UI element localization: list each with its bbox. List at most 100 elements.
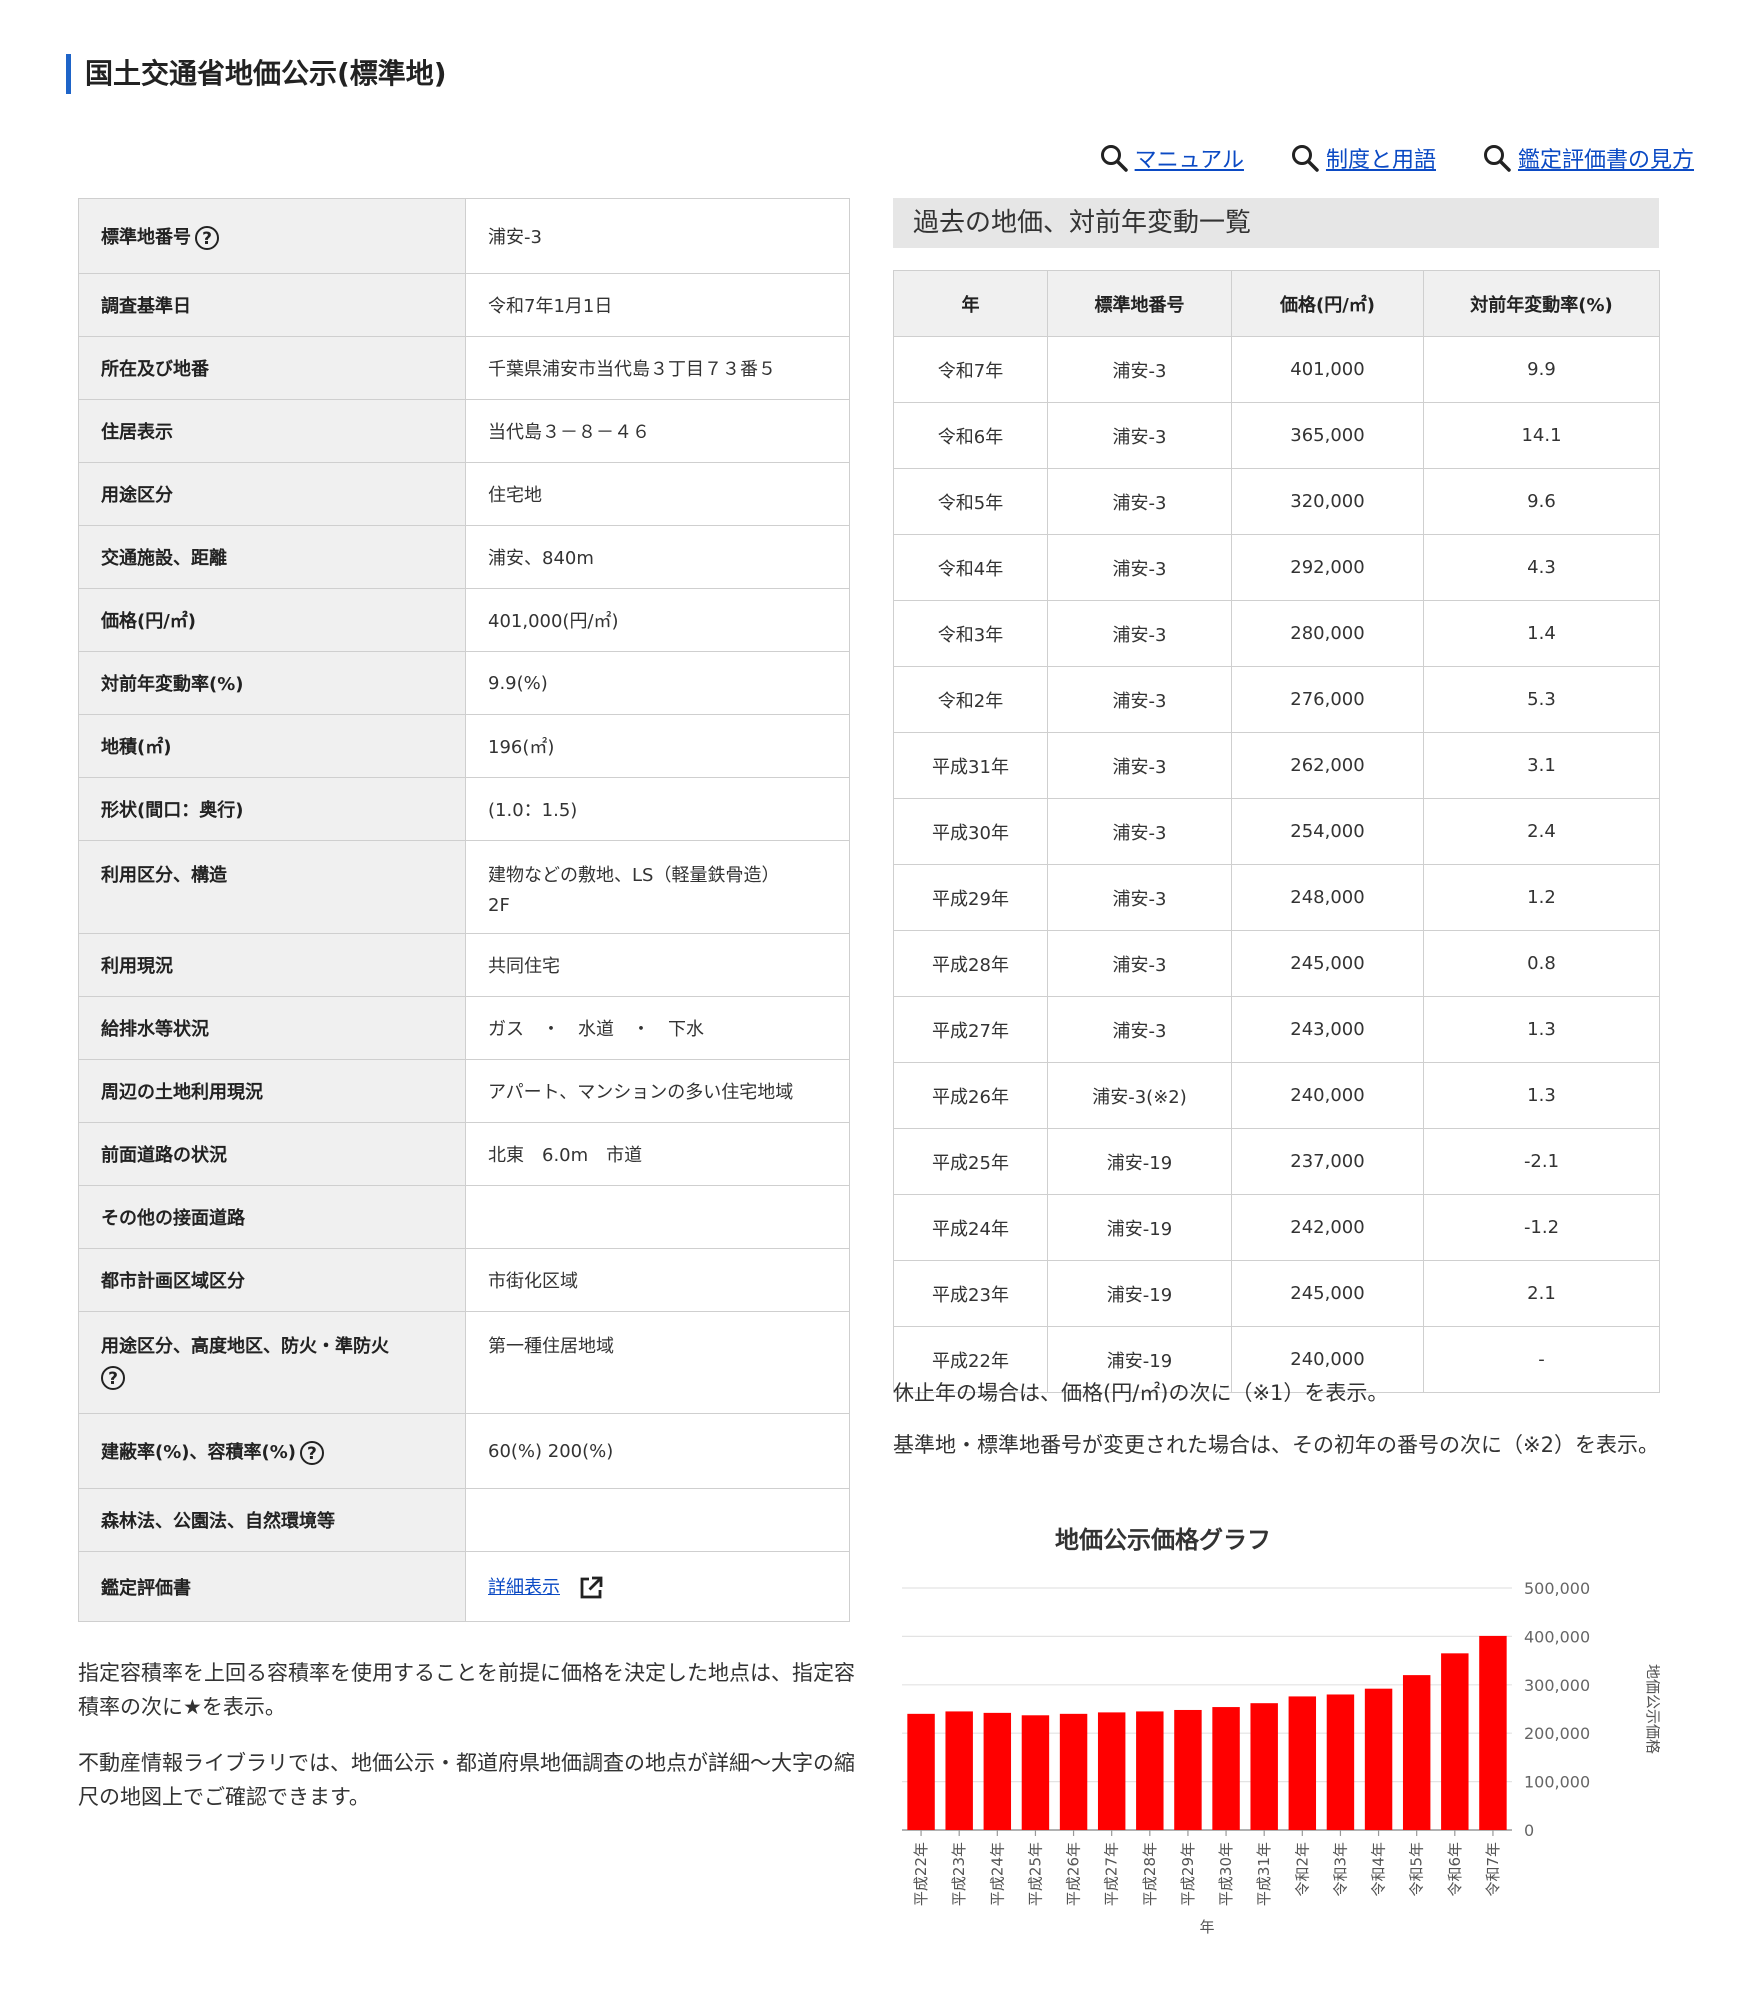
chart-xtick-label: 平成23年 [950, 1842, 968, 1906]
history-row: 平成29年 浦安-3 248,000 1.2 [893, 864, 1660, 931]
history-change: 3.1 [1423, 732, 1660, 799]
detail-value: 浦安-3 [465, 198, 850, 274]
history-row: 平成31年 浦安-3 262,000 3.1 [893, 732, 1660, 799]
detail-label: その他の接面道路 [78, 1185, 466, 1249]
page-title: 国土交通省地価公示(標準地) [66, 54, 447, 94]
detail-row-change-rate: 対前年変動率(%) 9.9(%) [78, 651, 850, 715]
chart-xtick-label: 令和2年 [1293, 1842, 1311, 1897]
chart-bar[interactable] [1479, 1635, 1507, 1830]
history-price: 280,000 [1231, 600, 1424, 667]
history-price: 365,000 [1231, 402, 1424, 469]
detail-value: 浦安、840m [465, 525, 850, 589]
detail-value: 住宅地 [465, 462, 850, 526]
terms-link[interactable]: 制度と用語 [1326, 142, 1436, 174]
help-question-icon[interactable]: ? [299, 1440, 324, 1465]
detail-label: 都市計画区域区分 [78, 1248, 466, 1312]
detail-label: 所在及び地番 [78, 336, 466, 400]
chart-bar[interactable] [1059, 1713, 1088, 1830]
chart-bar[interactable] [983, 1712, 1012, 1830]
history-price: 292,000 [1231, 534, 1424, 601]
history-year: 令和4年 [893, 534, 1048, 601]
history-year: 平成28年 [893, 930, 1048, 997]
detail-value: 千葉県浦安市当代島３丁目７３番５ [465, 336, 850, 400]
history-price: 243,000 [1231, 996, 1424, 1063]
chart-bar[interactable] [1174, 1709, 1202, 1830]
chart-bar[interactable] [1288, 1696, 1317, 1830]
history-change: -2.1 [1423, 1128, 1660, 1195]
chart-xtick-label: 平成25年 [1026, 1842, 1044, 1906]
history-row: 平成26年 浦安-3(※2) 240,000 1.3 [893, 1062, 1660, 1129]
chart-bar[interactable] [1402, 1675, 1431, 1830]
history-row: 令和6年 浦安-3 365,000 14.1 [893, 402, 1660, 469]
detail-label: 利用区分、構造 [78, 840, 466, 934]
chart-bar[interactable] [1136, 1711, 1164, 1830]
chart-ytick-label: 500,000 [1524, 1579, 1590, 1598]
history-row: 平成27年 浦安-3 243,000 1.3 [893, 996, 1660, 1063]
history-change: 1.2 [1423, 864, 1660, 931]
history-year: 令和2年 [893, 666, 1048, 733]
chart-bar[interactable] [1097, 1712, 1126, 1830]
detail-label: 用途区分 [78, 462, 466, 526]
chart-xtick-label: 令和6年 [1446, 1842, 1464, 1897]
detail-value [465, 1488, 850, 1552]
appraisal-detail-link[interactable]: 詳細表示 [488, 1577, 560, 1598]
history-price: 242,000 [1231, 1194, 1424, 1261]
detail-label: 周辺の土地利用現況 [78, 1059, 466, 1123]
chart-xtick-label: 平成22年 [912, 1842, 930, 1906]
right-notes: 休止年の場合は、価格(円/㎡)の次に（※1）を表示。 基準地・標準地番号が変更さ… [893, 1376, 1659, 1480]
chart-bar[interactable] [1250, 1703, 1278, 1830]
external-link-icon[interactable] [578, 1575, 604, 1601]
help-question-icon[interactable]: ? [101, 1366, 125, 1390]
help-link-manual[interactable]: マニュアル [1099, 142, 1244, 174]
chart-ytick-label: 100,000 [1524, 1773, 1590, 1792]
detail-label: 交通施設、距離 [78, 525, 466, 589]
help-link-appraisal-guide[interactable]: 鑑定評価書の見方 [1482, 142, 1694, 174]
history-row: 平成23年 浦安-19 245,000 2.1 [893, 1260, 1660, 1327]
chart-title: 地価公示価格グラフ [1055, 1526, 1271, 1554]
history-row: 平成25年 浦安-19 237,000 -2.1 [893, 1128, 1660, 1195]
history-standard-no: 浦安-19 [1047, 1260, 1232, 1327]
detail-label: 利用現況 [78, 933, 466, 997]
chart-xtick-label: 平成30年 [1217, 1842, 1235, 1906]
detail-label: 調査基準日 [78, 273, 466, 337]
detail-label: 用途区分、高度地区、防火・準防火? [78, 1311, 466, 1414]
history-row: 平成28年 浦安-3 245,000 0.8 [893, 930, 1660, 997]
history-year: 令和3年 [893, 600, 1048, 667]
chart-bar[interactable] [945, 1711, 973, 1830]
history-change: 9.6 [1423, 468, 1660, 535]
chart-bar[interactable] [907, 1713, 935, 1830]
history-standard-no: 浦安-19 [1047, 1194, 1232, 1261]
history-standard-no: 浦安-3 [1047, 468, 1232, 535]
manual-link[interactable]: マニュアル [1135, 142, 1244, 174]
search-icon [1291, 145, 1319, 172]
help-link-terms[interactable]: 制度と用語 [1290, 142, 1436, 174]
detail-row-address: 住居表示 当代島３－８－４６ [78, 399, 850, 463]
history-year: 令和6年 [893, 402, 1048, 469]
history-year: 平成29年 [893, 864, 1048, 931]
note-renumbered: 基準地・標準地番号が変更された場合は、その初年の番号の次に（※2）を表示。 [893, 1433, 1659, 1457]
history-standard-no: 浦安-3 [1047, 732, 1232, 799]
chart-xtick-label: 平成31年 [1255, 1842, 1273, 1906]
chart-bar[interactable] [1212, 1707, 1240, 1830]
history-table: 年 標準地番号 価格(円/㎡) 対前年変動率(%) 令和7年 浦安-3 401,00… [893, 270, 1660, 1393]
chart-bar[interactable] [1364, 1688, 1393, 1830]
chart-xtick-label: 令和4年 [1370, 1842, 1388, 1897]
history-change: 2.4 [1423, 798, 1660, 865]
chart-bar[interactable] [1021, 1715, 1050, 1830]
detail-value: 詳細表示 [465, 1551, 850, 1622]
detail-label: 標準地番号? [78, 198, 466, 274]
detail-row-zoning: 用途区分、高度地区、防火・準防火? 第一種住居地域 [78, 1311, 850, 1414]
history-year: 平成24年 [893, 1194, 1048, 1261]
appraisal-guide-link[interactable]: 鑑定評価書の見方 [1518, 142, 1694, 174]
detail-label: 建蔽率(%)、容積率(%)? [78, 1413, 466, 1489]
chart-bar[interactable] [1441, 1653, 1469, 1830]
help-question-icon[interactable]: ? [195, 225, 219, 250]
detail-row-city-plan: 都市計画区域区分 市街化区域 [78, 1248, 850, 1312]
history-row: 令和3年 浦安-3 280,000 1.4 [893, 600, 1660, 667]
detail-row-structure: 利用区分、構造 建物などの敷地、LS（軽量鉄骨造） 2F [78, 840, 850, 934]
history-row: 令和5年 浦安-3 320,000 9.6 [893, 468, 1660, 535]
help-links: マニュアル 制度と用語 鑑定評価書の見方 [1099, 142, 1694, 174]
detail-row-other-road: その他の接面道路 [78, 1185, 850, 1249]
chart-ytick-label: 0 [1524, 1821, 1534, 1840]
chart-bar[interactable] [1326, 1694, 1355, 1830]
